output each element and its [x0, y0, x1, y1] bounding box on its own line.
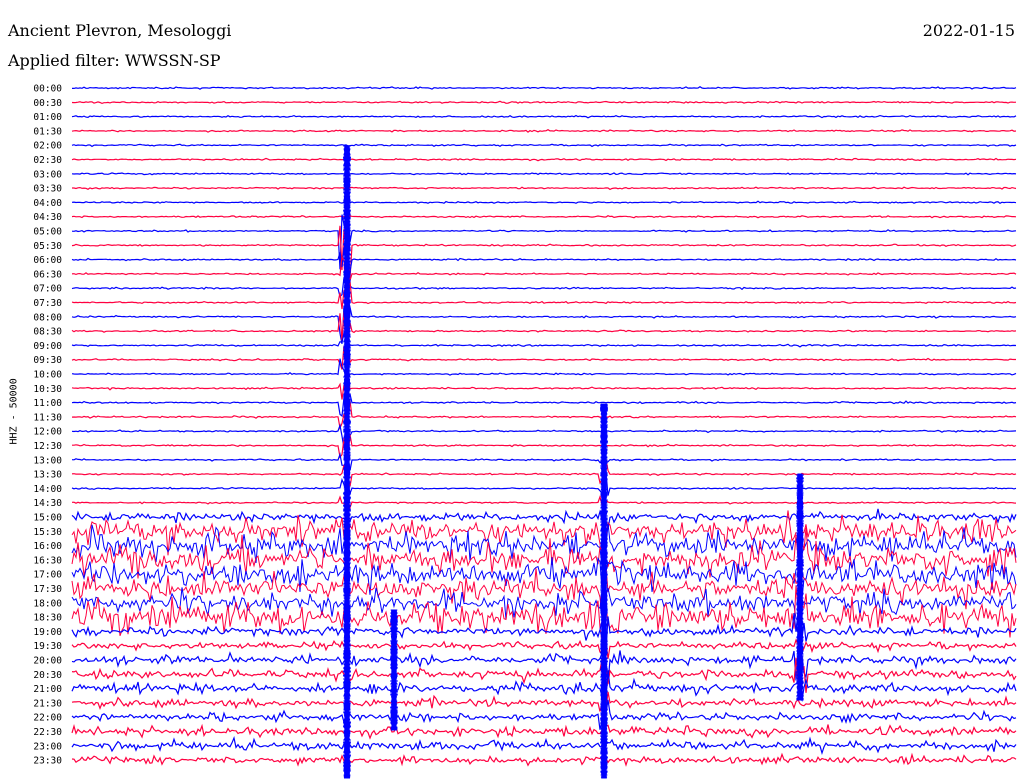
trace-line-1130 — [71, 400, 1017, 430]
trace-line-1100 — [71, 384, 1017, 418]
event-spike-fourth — [390, 609, 398, 731]
trace-line-0530 — [71, 225, 1017, 279]
row-time-label: 21:30 — [33, 698, 62, 709]
row-time-label: 13:30 — [33, 470, 62, 481]
trace-line-2130 — [71, 691, 1017, 712]
trace-line-0130 — [71, 129, 1017, 133]
trace-line-0900 — [71, 332, 1017, 348]
trace-line-2300 — [71, 735, 1017, 756]
trace-line-1330 — [71, 458, 1017, 487]
row-time-label: 20:30 — [33, 670, 62, 681]
row-time-label: 05:00 — [33, 227, 62, 238]
row-time-label: 19:30 — [33, 641, 62, 652]
trace-line-0030 — [71, 100, 1017, 105]
trace-line-1930 — [71, 638, 1017, 659]
row-time-label: 17:30 — [33, 584, 62, 595]
event-spike-second — [600, 403, 608, 779]
row-time-label: 10:00 — [33, 370, 62, 381]
trace-line-1030 — [71, 379, 1017, 400]
trace-line-0430 — [71, 215, 1017, 219]
row-time-label: 08:00 — [33, 312, 62, 323]
row-time-label: 22:00 — [33, 713, 62, 724]
row-time-label: 08:30 — [33, 327, 62, 338]
row-time-label: 14:30 — [33, 498, 62, 509]
trace-line-1400 — [71, 471, 1017, 499]
row-time-label: 15:00 — [33, 513, 62, 524]
row-time-label: 20:00 — [33, 656, 62, 667]
trace-line-1800 — [71, 587, 1017, 627]
row-time-label: 22:30 — [33, 727, 62, 738]
row-time-label: 13:00 — [33, 455, 62, 466]
row-time-label: 18:00 — [33, 598, 62, 609]
row-time-label: 02:30 — [33, 155, 62, 166]
row-time-label: 09:00 — [33, 341, 62, 352]
row-time-label: 07:30 — [33, 298, 62, 309]
trace-line-2000 — [71, 643, 1017, 683]
row-time-label: 07:00 — [33, 284, 62, 295]
trace-line-2230 — [71, 723, 1017, 740]
trace-line-1430 — [71, 494, 1017, 510]
row-time-label: 01:30 — [33, 126, 62, 137]
row-time-label: 00:30 — [33, 98, 62, 109]
trace-line-0300 — [71, 172, 1017, 176]
trace-line-0800 — [71, 299, 1017, 345]
trace-line-1000 — [71, 358, 1017, 381]
trace-line-0100 — [71, 114, 1017, 119]
trace-line-0630 — [71, 251, 1017, 302]
row-time-label: 15:30 — [33, 527, 62, 538]
row-time-label: 04:30 — [33, 212, 62, 223]
row-time-label: 16:30 — [33, 555, 62, 566]
row-time-label: 05:30 — [33, 241, 62, 252]
row-time-label: 01:00 — [33, 112, 62, 123]
row-time-label: 03:00 — [33, 169, 62, 180]
row-time-label: 03:30 — [33, 184, 62, 195]
row-time-label: 18:30 — [33, 613, 62, 624]
trace-line-0730 — [71, 280, 1017, 310]
helicorder-plot: 00:00 00:30 01:00 01:30 02:00 02:30 03:00 03:30… — [33, 84, 1017, 779]
event-spike-main — [343, 145, 351, 779]
row-time-label: 11:30 — [33, 412, 62, 423]
row-time-label: 12:00 — [33, 427, 62, 438]
trace-line-0600 — [71, 247, 1017, 274]
row-time-label: 06:30 — [33, 269, 62, 280]
trace-line-2330 — [71, 752, 1017, 767]
row-time-label: 16:00 — [33, 541, 62, 552]
row-time-label: 14:00 — [33, 484, 62, 495]
trace-line-0400 — [71, 200, 1017, 205]
row-time-label: 17:00 — [33, 570, 62, 581]
trace-line-0700 — [71, 277, 1017, 298]
trace-line-1230 — [72, 434, 1017, 459]
trace-line-0000 — [72, 85, 1017, 90]
row-time-label: 06:00 — [33, 255, 62, 266]
row-time-label: 19:00 — [33, 627, 62, 638]
row-time-label: 23:30 — [33, 756, 62, 767]
row-time-label: 10:30 — [33, 384, 62, 395]
trace-line-0200 — [71, 143, 1017, 148]
row-time-label: 12:30 — [33, 441, 62, 452]
row-time-label: 04:00 — [33, 198, 62, 209]
row-time-label: 21:00 — [33, 684, 62, 695]
row-time-label: 11:00 — [33, 398, 62, 409]
row-time-label: 00:00 — [33, 84, 62, 95]
row-time-label: 02:00 — [33, 141, 62, 152]
row-time-label: 23:00 — [33, 741, 62, 752]
trace-line-0230 — [71, 157, 1017, 162]
trace-line-1300 — [71, 452, 1017, 471]
row-time-label: 09:30 — [33, 355, 62, 366]
trace-line-0930 — [71, 339, 1016, 370]
trace-line-0330 — [72, 186, 1017, 191]
